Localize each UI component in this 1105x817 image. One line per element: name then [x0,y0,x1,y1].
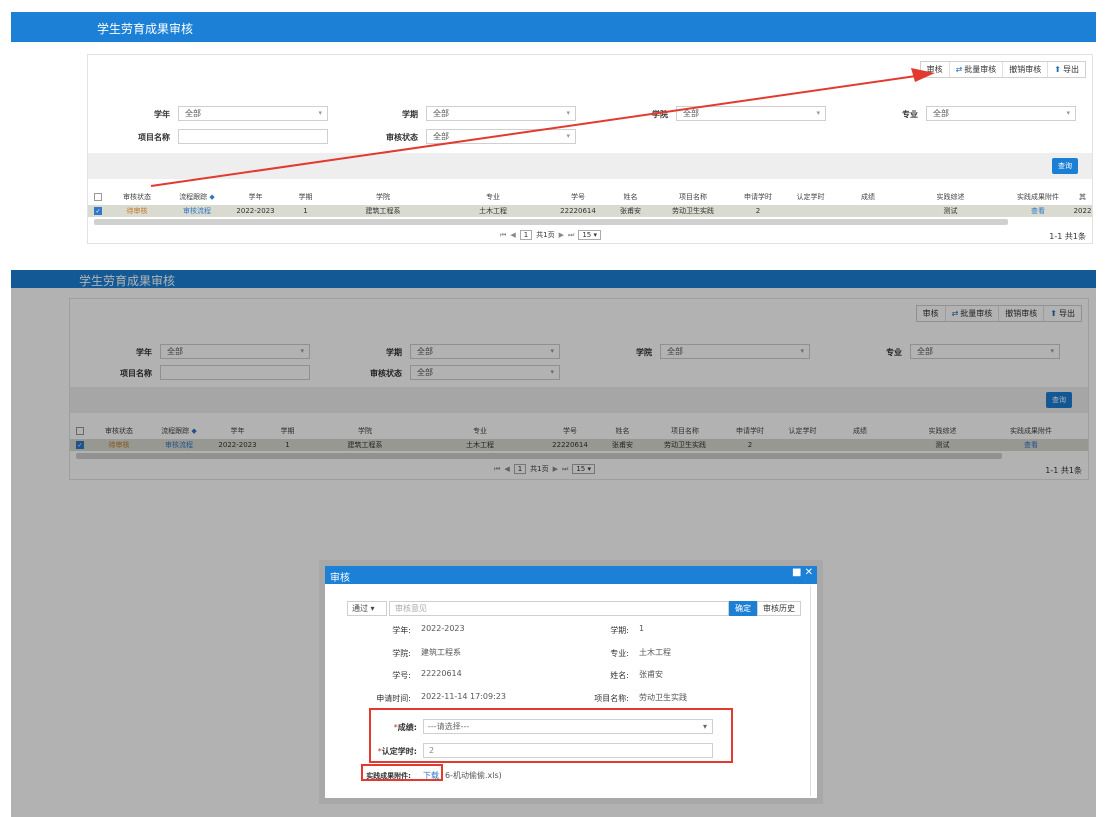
dlg-student-no-label: 学号: [392,671,411,680]
dlg-apply-time-value: 2022-11-14 17:09:23 [421,692,506,701]
dialog-scrollbar[interactable] [810,586,816,796]
dlg-semester-label: 学期: [610,626,629,635]
highlight-download [361,764,443,781]
audit-history-button[interactable]: 审核历史 [757,601,801,616]
dlg-school-year-label: 学年: [392,626,411,635]
dialog-header: 审核 ■ ✕ [325,566,817,584]
dlg-apply-time-label: 申请时间: [376,694,411,703]
chevron-down-icon: ▾ [370,604,375,613]
dlg-project-label: 项目名称: [594,694,629,703]
decision-select[interactable]: 通过 ▾ [347,601,387,616]
dialog-close-icon[interactable]: ■ ✕ [792,567,813,578]
dlg-major-label: 专业: [610,649,629,658]
dlg-project-value: 劳动卫生实践 [639,693,687,702]
annotation-arrow [150,68,935,187]
dlg-name-label: 姓名: [610,671,629,680]
dlg-name-value: 张甫安 [639,670,663,679]
opinion-input[interactable]: 审核意见 [389,601,729,616]
confirm-button[interactable]: 确定 [729,601,757,616]
audit-dialog: 审核 ■ ✕ 通过 ▾ 审核意见 确定 审核历史 学年: 2022-2023 学… [325,566,817,798]
dlg-school-year-value: 2022-2023 [421,624,465,633]
attachment-filename: 6-机动偷偷.xls) [445,771,502,780]
screenshot-list-view: 学生劳育成果审核 审核 ⇄ 批量审核 撤销审核 ⬆ 导出 学年 全部 ▾ 学期 全部 ▾… [11,12,1096,246]
dlg-student-no-value: 22220614 [421,669,462,678]
dlg-major-value: 土木工程 [639,648,671,657]
dialog-title: 审核 [330,573,350,584]
screenshot-audit-dialog: 学生劳育成果审核 审核 ⇄ 批量审核 撤销审核 ⬆ 导出 学年 全部 ▾ 学期 全部 ▾… [11,270,1096,817]
dlg-college-value: 建筑工程系 [421,648,461,657]
dlg-college-label: 学院: [392,649,411,658]
dlg-semester-value: 1 [639,624,645,633]
highlight-score-hours [369,708,733,763]
